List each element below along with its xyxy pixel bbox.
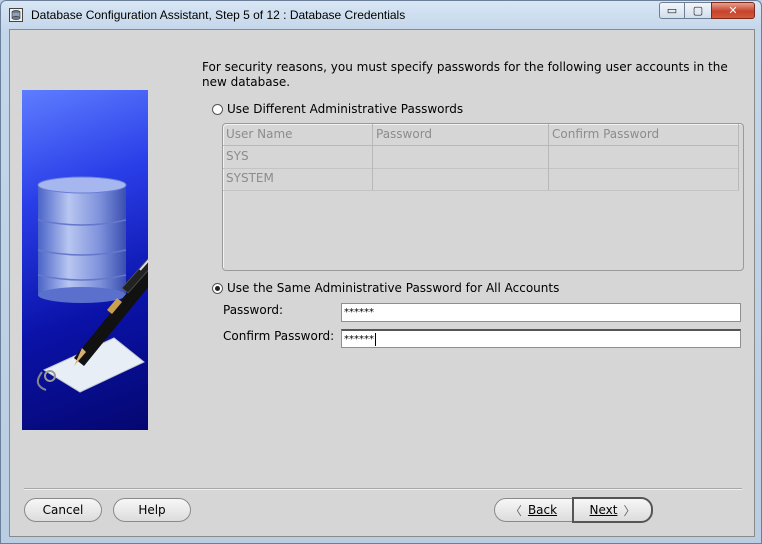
dialog-content: For security reasons, you must specify p… <box>9 29 755 537</box>
password-input[interactable]: ****** <box>341 303 741 322</box>
col-header-password: Password <box>373 124 549 146</box>
dbca-window: Database Configuration Assistant, Step 5… <box>0 0 762 544</box>
table-row: SYS <box>223 146 739 169</box>
cell-user: SYS <box>223 146 373 168</box>
option-different-label: Use Different Administrative Passwords <box>227 102 464 116</box>
confirm-password-value: ****** <box>344 334 374 345</box>
next-button[interactable]: Next 〉 <box>572 497 653 523</box>
confirm-password-input[interactable]: ****** <box>341 329 741 348</box>
password-value: ****** <box>344 307 374 318</box>
option-different-passwords[interactable]: Use Different Administrative Passwords <box>212 102 463 116</box>
confirm-password-label: Confirm Password: <box>223 329 335 343</box>
cell-confirm <box>549 168 739 190</box>
maximize-button[interactable]: ▢ <box>685 2 711 19</box>
maximize-icon: ▢ <box>692 4 704 17</box>
help-button[interactable]: Help <box>113 498 191 522</box>
chevron-left-icon: 〈 <box>509 503 522 518</box>
accounts-table: User Name Password Confirm Password SYS … <box>222 123 744 271</box>
cell-password <box>373 146 549 168</box>
cell-confirm <box>549 146 739 168</box>
cancel-button[interactable]: Cancel <box>24 498 102 522</box>
cell-user: SYSTEM <box>223 168 373 190</box>
password-label: Password: <box>223 303 284 317</box>
col-header-user: User Name <box>223 124 373 146</box>
help-label: Help <box>138 503 166 517</box>
database-pen-illustration <box>22 90 148 430</box>
text-caret <box>375 332 376 346</box>
button-divider <box>24 488 742 490</box>
database-app-icon <box>9 8 23 22</box>
minimize-icon: ▭ <box>666 4 678 17</box>
radio-different-passwords[interactable] <box>212 103 223 115</box>
back-label: Back <box>527 503 558 517</box>
col-header-confirm: Confirm Password <box>549 124 739 146</box>
table-header: User Name Password Confirm Password <box>223 124 739 146</box>
radio-same-password[interactable] <box>212 282 223 294</box>
cell-password <box>373 168 549 190</box>
chevron-right-icon: 〉 <box>623 503 636 518</box>
close-icon: ✕ <box>728 4 738 17</box>
table-row: SYSTEM <box>223 168 739 191</box>
intro-text: For security reasons, you must specify p… <box>202 60 728 89</box>
next-label: Next <box>589 503 618 517</box>
window-title: Database Configuration Assistant, Step 5… <box>31 8 406 22</box>
back-button[interactable]: 〈 Back <box>494 498 573 522</box>
close-button[interactable]: ✕ <box>711 2 755 19</box>
option-same-label: Use the Same Administrative Password for… <box>227 281 560 295</box>
minimize-button[interactable]: ▭ <box>659 2 685 19</box>
window-controls: ▭ ▢ ✕ <box>659 2 755 21</box>
option-same-password[interactable]: Use the Same Administrative Password for… <box>212 281 559 295</box>
cancel-label: Cancel <box>42 503 84 517</box>
title-bar[interactable]: Database Configuration Assistant, Step 5… <box>1 1 761 29</box>
